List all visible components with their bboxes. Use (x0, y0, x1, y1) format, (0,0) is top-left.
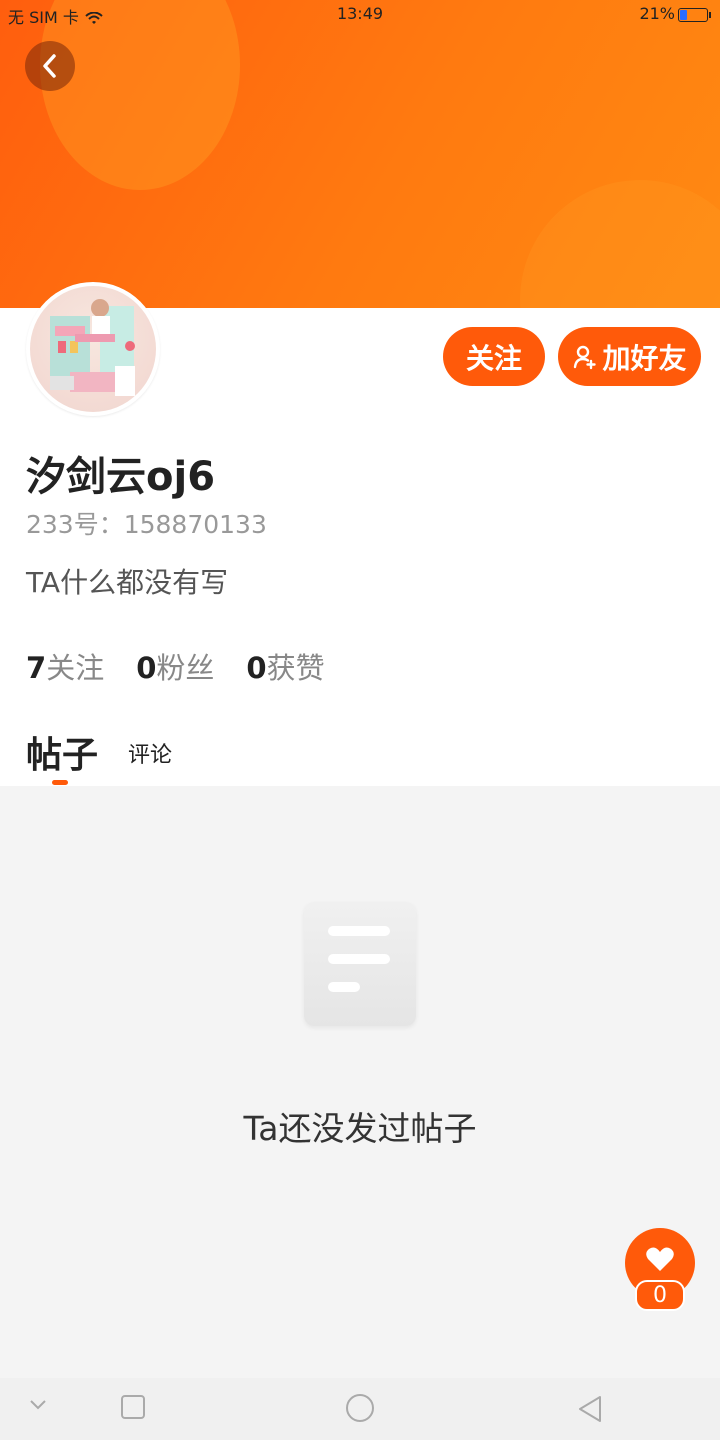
stat-likes[interactable]: 0获赞 (246, 645, 324, 687)
profile-stats: 7关注 0粉丝 0获赞 (26, 645, 357, 687)
chevron-down-icon[interactable] (28, 1394, 48, 1418)
tab-comments[interactable]: 评论 (128, 737, 172, 769)
system-nav-bar (0, 1378, 720, 1440)
heart-icon (646, 1247, 674, 1271)
stat-value: 7 (26, 651, 47, 685)
user-id: 233号：158870133 (26, 510, 267, 539)
stat-value: 0 (246, 651, 267, 685)
document-icon (304, 902, 416, 1026)
empty-state-message: Ta还没发过帖子 (243, 1109, 477, 1148)
avatar-illustration (50, 299, 135, 396)
back-button[interactable] (25, 41, 75, 91)
stat-label: 粉丝 (156, 651, 215, 685)
user-plus-icon (574, 345, 597, 369)
add-friend-label: 加好友 (602, 341, 687, 375)
clock: 13:49 (336, 4, 384, 23)
follow-label: 关注 (465, 341, 522, 375)
active-tab-indicator (52, 780, 68, 785)
follow-button[interactable]: 关注 (443, 327, 545, 386)
square-icon[interactable] (120, 1394, 146, 1424)
username: 汐剑云oj6 (26, 454, 216, 500)
add-friend-button[interactable]: 加好友 (558, 327, 701, 386)
like-count: 0 (635, 1280, 685, 1311)
bio-text: TA什么都没有写 (26, 566, 229, 599)
battery-icon (678, 7, 711, 22)
profile-banner (0, 0, 720, 308)
battery-indicator: 21% (639, 4, 711, 23)
stat-label: 关注 (46, 651, 105, 685)
stat-value: 0 (136, 651, 157, 685)
stat-label: 获赞 (266, 651, 325, 685)
avatar[interactable] (26, 282, 160, 416)
circle-icon[interactable] (344, 1392, 376, 1428)
stat-fans[interactable]: 0粉丝 (136, 645, 214, 687)
tab-posts[interactable]: 帖子 (26, 726, 98, 778)
triangle-back-icon[interactable] (576, 1394, 604, 1428)
stat-following[interactable]: 7关注 (26, 645, 104, 687)
chevron-left-icon (43, 54, 56, 78)
status-bar: 无 SIM 卡 13:49 21% (0, 0, 720, 28)
